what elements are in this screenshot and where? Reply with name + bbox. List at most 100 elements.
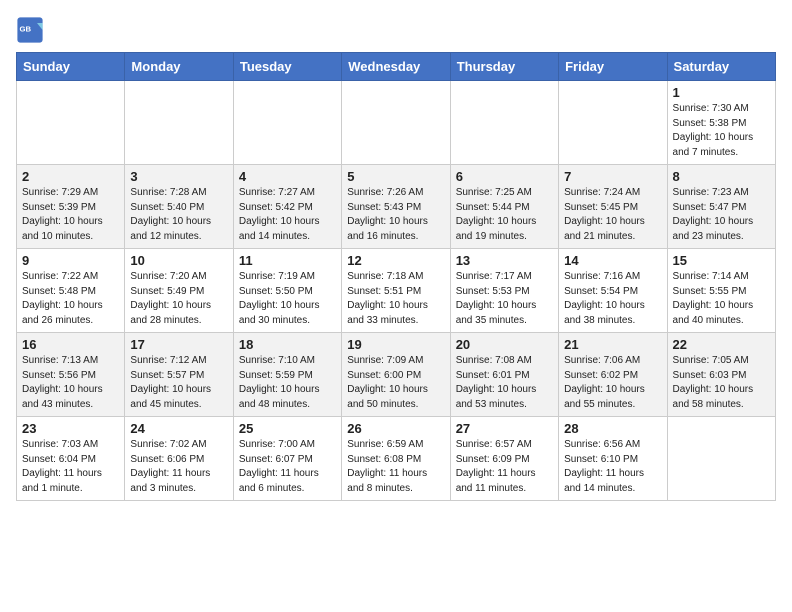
day-number: 17 bbox=[130, 337, 227, 352]
logo: GB bbox=[16, 16, 48, 44]
calendar-cell: 12 Sunrise: 7:18 AM Sunset: 5:51 PM Dayli… bbox=[342, 249, 450, 333]
calendar-table: SundayMondayTuesdayWednesdayThursdayFrid… bbox=[16, 52, 776, 501]
day-number: 20 bbox=[456, 337, 553, 352]
day-info: Sunrise: 7:29 AM Sunset: 5:39 PM Dayligh… bbox=[22, 186, 119, 244]
day-number: 16 bbox=[22, 337, 119, 352]
calendar-cell: 27 Sunrise: 6:57 AM Sunset: 6:09 PM Dayli… bbox=[450, 417, 558, 501]
weekday-header: Tuesday bbox=[233, 53, 341, 81]
day-number: 19 bbox=[347, 337, 444, 352]
day-info: Sunrise: 7:14 AM Sunset: 5:55 PM Dayligh… bbox=[673, 270, 770, 328]
day-number: 26 bbox=[347, 421, 444, 436]
day-number: 8 bbox=[673, 169, 770, 184]
calendar-cell: 8Sunrise: 7:23 AM Sunset: 5:47 PM Daylig… bbox=[667, 165, 775, 249]
weekday-header: Thursday bbox=[450, 53, 558, 81]
calendar-cell: 15 Sunrise: 7:14 AM Sunset: 5:55 PM Dayli… bbox=[667, 249, 775, 333]
day-info: Sunrise: 7:08 AM Sunset: 6:01 PM Dayligh… bbox=[456, 354, 553, 412]
logo-icon: GB bbox=[16, 16, 44, 44]
day-info: Sunrise: 7:25 AM Sunset: 5:44 PM Dayligh… bbox=[456, 186, 553, 244]
calendar-cell bbox=[342, 81, 450, 165]
weekday-header: Wednesday bbox=[342, 53, 450, 81]
day-number: 22 bbox=[673, 337, 770, 352]
weekday-header: Friday bbox=[559, 53, 667, 81]
day-info: Sunrise: 7:17 AM Sunset: 5:53 PM Dayligh… bbox=[456, 270, 553, 328]
day-info: Sunrise: 7:02 AM Sunset: 6:06 PM Dayligh… bbox=[130, 438, 227, 496]
day-number: 15 bbox=[673, 253, 770, 268]
weekday-header: Sunday bbox=[17, 53, 125, 81]
calendar-cell bbox=[17, 81, 125, 165]
calendar-cell bbox=[559, 81, 667, 165]
day-info: Sunrise: 7:00 AM Sunset: 6:07 PM Dayligh… bbox=[239, 438, 336, 496]
day-info: Sunrise: 7:26 AM Sunset: 5:43 PM Dayligh… bbox=[347, 186, 444, 244]
day-info: Sunrise: 7:03 AM Sunset: 6:04 PM Dayligh… bbox=[22, 438, 119, 496]
day-number: 13 bbox=[456, 253, 553, 268]
day-number: 7 bbox=[564, 169, 661, 184]
day-info: Sunrise: 7:24 AM Sunset: 5:45 PM Dayligh… bbox=[564, 186, 661, 244]
day-number: 25 bbox=[239, 421, 336, 436]
day-info: Sunrise: 6:57 AM Sunset: 6:09 PM Dayligh… bbox=[456, 438, 553, 496]
calendar-cell: 4 Sunrise: 7:27 AM Sunset: 5:42 PM Daylig… bbox=[233, 165, 341, 249]
day-info: Sunrise: 7:13 AM Sunset: 5:56 PM Dayligh… bbox=[22, 354, 119, 412]
calendar-cell: 18 Sunrise: 7:10 AM Sunset: 5:59 PM Dayli… bbox=[233, 333, 341, 417]
calendar-cell: 19Sunrise: 7:09 AM Sunset: 6:00 PM Dayli… bbox=[342, 333, 450, 417]
day-info: Sunrise: 7:10 AM Sunset: 5:59 PM Dayligh… bbox=[239, 354, 336, 412]
calendar-week-row: 16 Sunrise: 7:13 AM Sunset: 5:56 PM Dayli… bbox=[17, 333, 776, 417]
calendar-cell: 28 Sunrise: 6:56 AM Sunset: 6:10 PM Dayli… bbox=[559, 417, 667, 501]
day-number: 2 bbox=[22, 169, 119, 184]
calendar-cell: 21 Sunrise: 7:06 AM Sunset: 6:02 PM Dayli… bbox=[559, 333, 667, 417]
calendar-cell: 14Sunrise: 7:16 AM Sunset: 5:54 PM Dayli… bbox=[559, 249, 667, 333]
calendar-cell: 26 Sunrise: 6:59 AM Sunset: 6:08 PM Dayli… bbox=[342, 417, 450, 501]
calendar-cell: 6 Sunrise: 7:25 AM Sunset: 5:44 PM Daylig… bbox=[450, 165, 558, 249]
calendar-cell: 20 Sunrise: 7:08 AM Sunset: 6:01 PM Dayli… bbox=[450, 333, 558, 417]
day-number: 1 bbox=[673, 85, 770, 100]
day-number: 5 bbox=[347, 169, 444, 184]
day-info: Sunrise: 7:27 AM Sunset: 5:42 PM Dayligh… bbox=[239, 186, 336, 244]
day-info: Sunrise: 7:18 AM Sunset: 5:51 PM Dayligh… bbox=[347, 270, 444, 328]
day-number: 9 bbox=[22, 253, 119, 268]
calendar-cell: 13 Sunrise: 7:17 AM Sunset: 5:53 PM Dayli… bbox=[450, 249, 558, 333]
day-number: 27 bbox=[456, 421, 553, 436]
day-number: 28 bbox=[564, 421, 661, 436]
day-info: Sunrise: 7:22 AM Sunset: 5:48 PM Dayligh… bbox=[22, 270, 119, 328]
day-number: 4 bbox=[239, 169, 336, 184]
day-number: 18 bbox=[239, 337, 336, 352]
calendar-cell: 2 Sunrise: 7:29 AM Sunset: 5:39 PM Daylig… bbox=[17, 165, 125, 249]
svg-text:GB: GB bbox=[20, 24, 32, 33]
calendar-cell: 5 Sunrise: 7:26 AM Sunset: 5:43 PM Daylig… bbox=[342, 165, 450, 249]
calendar-cell bbox=[450, 81, 558, 165]
calendar-cell: 11Sunrise: 7:19 AM Sunset: 5:50 PM Dayli… bbox=[233, 249, 341, 333]
day-number: 23 bbox=[22, 421, 119, 436]
day-info: Sunrise: 6:56 AM Sunset: 6:10 PM Dayligh… bbox=[564, 438, 661, 496]
calendar-cell: 10 Sunrise: 7:20 AM Sunset: 5:49 PM Dayli… bbox=[125, 249, 233, 333]
calendar-cell bbox=[125, 81, 233, 165]
calendar-week-row: 2 Sunrise: 7:29 AM Sunset: 5:39 PM Daylig… bbox=[17, 165, 776, 249]
day-number: 12 bbox=[347, 253, 444, 268]
calendar-week-row: 23 Sunrise: 7:03 AM Sunset: 6:04 PM Dayli… bbox=[17, 417, 776, 501]
day-number: 21 bbox=[564, 337, 661, 352]
calendar-cell: 17 Sunrise: 7:12 AM Sunset: 5:57 PM Dayli… bbox=[125, 333, 233, 417]
calendar-header-row: SundayMondayTuesdayWednesdayThursdayFrid… bbox=[17, 53, 776, 81]
day-info: Sunrise: 7:12 AM Sunset: 5:57 PM Dayligh… bbox=[130, 354, 227, 412]
day-number: 6 bbox=[456, 169, 553, 184]
calendar-cell: 22 Sunrise: 7:05 AM Sunset: 6:03 PM Dayli… bbox=[667, 333, 775, 417]
calendar-cell: 7 Sunrise: 7:24 AM Sunset: 5:45 PM Daylig… bbox=[559, 165, 667, 249]
day-info: Sunrise: 7:06 AM Sunset: 6:02 PM Dayligh… bbox=[564, 354, 661, 412]
calendar-week-row: 1 Sunrise: 7:30 AM Sunset: 5:38 PM Daylig… bbox=[17, 81, 776, 165]
day-info: Sunrise: 7:28 AM Sunset: 5:40 PM Dayligh… bbox=[130, 186, 227, 244]
day-info: Sunrise: 7:16 AM Sunset: 5:54 PM Dayligh… bbox=[564, 270, 661, 328]
day-info: Sunrise: 6:59 AM Sunset: 6:08 PM Dayligh… bbox=[347, 438, 444, 496]
day-number: 24 bbox=[130, 421, 227, 436]
calendar-cell: 3 Sunrise: 7:28 AM Sunset: 5:40 PM Daylig… bbox=[125, 165, 233, 249]
calendar-cell: 24 Sunrise: 7:02 AM Sunset: 6:06 PM Dayli… bbox=[125, 417, 233, 501]
calendar-cell: 9 Sunrise: 7:22 AM Sunset: 5:48 PM Daylig… bbox=[17, 249, 125, 333]
day-info: Sunrise: 7:05 AM Sunset: 6:03 PM Dayligh… bbox=[673, 354, 770, 412]
day-number: 10 bbox=[130, 253, 227, 268]
calendar-cell: 1 Sunrise: 7:30 AM Sunset: 5:38 PM Daylig… bbox=[667, 81, 775, 165]
day-info: Sunrise: 7:20 AM Sunset: 5:49 PM Dayligh… bbox=[130, 270, 227, 328]
weekday-header: Monday bbox=[125, 53, 233, 81]
day-number: 11 bbox=[239, 253, 336, 268]
calendar-cell: 25 Sunrise: 7:00 AM Sunset: 6:07 PM Dayli… bbox=[233, 417, 341, 501]
calendar-cell: 23 Sunrise: 7:03 AM Sunset: 6:04 PM Dayli… bbox=[17, 417, 125, 501]
day-number: 3 bbox=[130, 169, 227, 184]
calendar-cell: 16 Sunrise: 7:13 AM Sunset: 5:56 PM Dayli… bbox=[17, 333, 125, 417]
day-info: Sunrise: 7:30 AM Sunset: 5:38 PM Dayligh… bbox=[673, 102, 770, 160]
